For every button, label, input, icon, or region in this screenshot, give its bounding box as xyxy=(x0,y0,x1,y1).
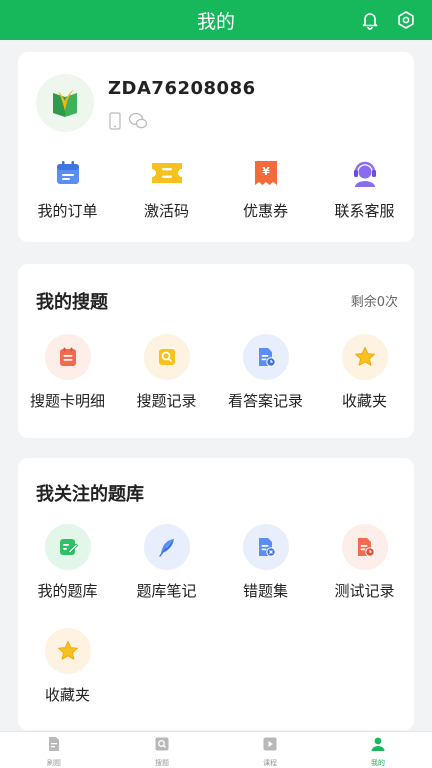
my-search-title: 我的搜题 xyxy=(36,292,108,313)
search-record-label: 搜题记录 xyxy=(136,392,197,410)
user-icon xyxy=(370,736,386,756)
practice-icon xyxy=(46,736,62,756)
answer-record-label: 看答案记录 xyxy=(227,392,303,410)
bell-icon[interactable] xyxy=(360,10,380,30)
gear-icon[interactable] xyxy=(396,10,416,30)
bank-favorites-label: 收藏夹 xyxy=(44,686,90,704)
phone-icon xyxy=(108,112,122,134)
star-icon xyxy=(341,334,388,380)
tab-course[interactable]: 课程 xyxy=(216,732,324,768)
bank-notes-button[interactable]: 题库笔记 xyxy=(117,524,216,601)
svg-text:¥: ¥ xyxy=(262,165,270,178)
search-icon xyxy=(154,736,170,756)
wrong-question-icon xyxy=(242,524,289,570)
coupon-button[interactable]: ¥ 优惠券 xyxy=(216,156,315,221)
coupon-label: 优惠券 xyxy=(242,202,288,220)
feather-icon xyxy=(143,524,190,570)
activation-code-label: 激活码 xyxy=(143,202,189,220)
card-detail-icon xyxy=(44,334,91,380)
wechat-icon xyxy=(128,112,148,134)
tab-search-label: 搜题 xyxy=(155,759,169,767)
search-record-button[interactable]: 搜题记录 xyxy=(117,334,216,411)
my-search-card: 我的搜题 剩余0次 搜题卡明细 搜题记录 看答案记录 收藏夹 xyxy=(18,264,414,438)
question-bank-card: 我关注的题库 我的题库 题库笔记 错题集 测试记录 收藏夹 xyxy=(18,458,414,730)
edit-icon xyxy=(44,524,91,570)
play-icon xyxy=(262,736,278,756)
search-card-detail-label: 搜题卡明细 xyxy=(29,392,105,410)
bank-notes-label: 题库笔记 xyxy=(136,582,197,600)
test-record-icon xyxy=(341,524,388,570)
star-icon xyxy=(44,628,91,674)
avatar[interactable] xyxy=(36,74,94,132)
customer-service-icon xyxy=(348,156,382,190)
favorites-label: 收藏夹 xyxy=(341,392,387,410)
my-orders-button[interactable]: 我的订单 xyxy=(18,156,117,221)
test-record-button[interactable]: 测试记录 xyxy=(315,524,414,601)
remaining-count: 剩余0次 xyxy=(350,295,398,310)
answer-record-icon xyxy=(242,334,289,380)
wrong-questions-button[interactable]: 错题集 xyxy=(216,524,315,601)
tab-search[interactable]: 搜题 xyxy=(108,732,216,768)
tab-mine[interactable]: 我的 xyxy=(324,732,432,768)
favorites-button[interactable]: 收藏夹 xyxy=(315,334,414,411)
tab-practice[interactable]: 刷题 xyxy=(0,732,108,768)
calendar-icon xyxy=(51,156,85,190)
bank-favorites-button[interactable]: 收藏夹 xyxy=(18,628,117,705)
ticket-icon xyxy=(150,156,184,190)
customer-service-label: 联系客服 xyxy=(334,202,395,220)
profile-card: ZDA76208086 我的订单 激活码 ¥ 优惠券 联系客服 xyxy=(18,52,414,242)
bound-accounts xyxy=(108,112,148,134)
search-card-detail-button[interactable]: 搜题卡明细 xyxy=(18,334,117,411)
customer-service-button[interactable]: 联系客服 xyxy=(315,156,414,221)
question-bank-title: 我关注的题库 xyxy=(36,484,144,505)
username: ZDA76208086 xyxy=(108,78,256,99)
my-question-bank-label: 我的题库 xyxy=(37,582,98,600)
page-title: 我的 xyxy=(196,10,235,33)
activation-code-button[interactable]: 激活码 xyxy=(117,156,216,221)
bottom-tab-bar: 刷题 搜题 课程 我的 xyxy=(0,731,432,768)
search-record-icon xyxy=(143,334,190,380)
answer-record-button[interactable]: 看答案记录 xyxy=(216,334,315,411)
top-header: 我的 xyxy=(0,0,432,40)
tab-course-label: 课程 xyxy=(263,759,277,767)
coupon-icon: ¥ xyxy=(249,156,283,190)
my-question-bank-button[interactable]: 我的题库 xyxy=(18,524,117,601)
my-orders-label: 我的订单 xyxy=(37,202,98,220)
tab-practice-label: 刷题 xyxy=(47,759,61,767)
test-record-label: 测试记录 xyxy=(334,582,395,600)
tab-mine-label: 我的 xyxy=(371,759,385,767)
wrong-questions-label: 错题集 xyxy=(242,582,288,600)
